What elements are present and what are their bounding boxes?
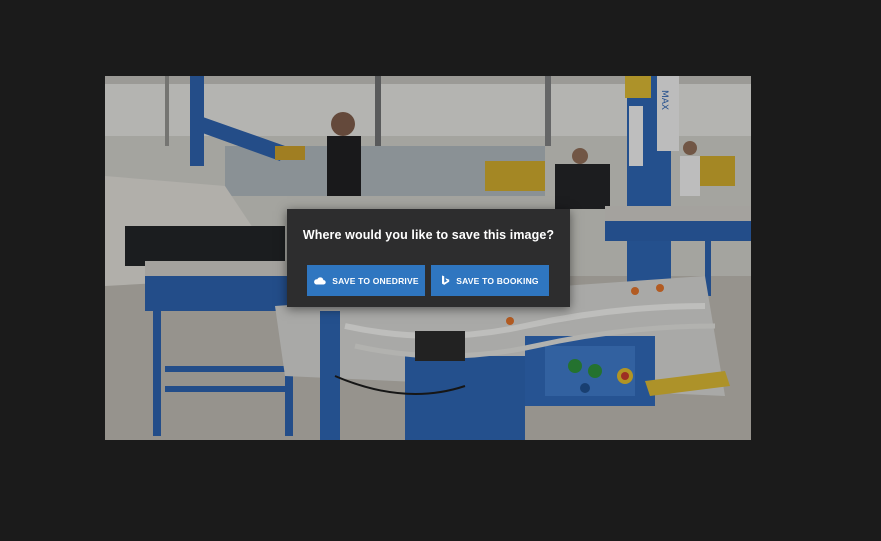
cloud-icon (313, 276, 326, 285)
save-to-onedrive-button[interactable]: SAVE TO ONEDRIVE (307, 265, 425, 296)
dialog-title: Where would you like to save this image? (302, 228, 555, 242)
save-image-dialog: Where would you like to save this image?… (287, 209, 570, 307)
bing-icon (441, 275, 450, 286)
save-to-onedrive-label: SAVE TO ONEDRIVE (332, 275, 419, 286)
viewer-backdrop: MAX Where would you like to save this im… (0, 0, 881, 541)
save-to-booking-label: SAVE TO BOOKING (456, 275, 539, 286)
save-to-booking-button[interactable]: SAVE TO BOOKING (431, 265, 549, 296)
